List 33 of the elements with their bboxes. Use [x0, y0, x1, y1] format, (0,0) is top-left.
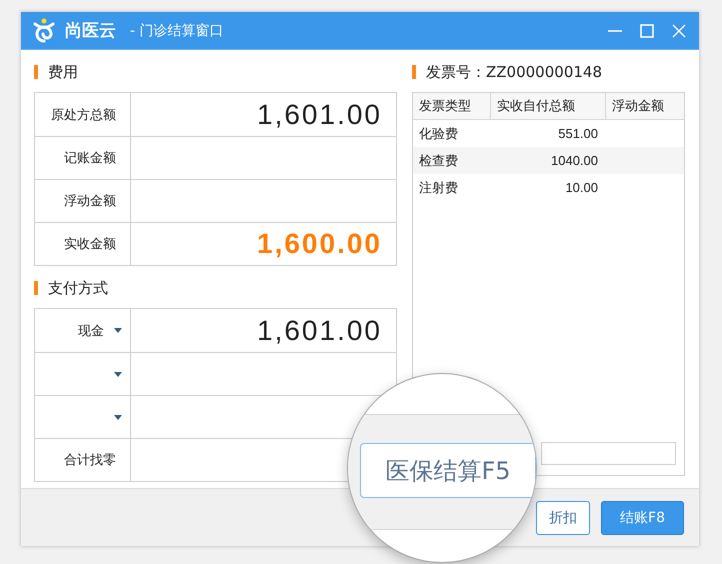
- window-title: - 门诊结算窗口: [130, 22, 225, 40]
- caret-icon[interactable]: [114, 328, 122, 333]
- section-heading: 发票号：ZZ0000000148: [426, 62, 602, 82]
- checkout-button[interactable]: 结账F8: [601, 500, 684, 534]
- input-field[interactable]: [541, 442, 676, 465]
- column-header: 发票类型: [413, 93, 491, 119]
- section-heading: 费用: [48, 62, 78, 82]
- table-cell-text: 检查费: [418, 152, 459, 170]
- section-marker: [34, 281, 38, 295]
- column-header: 浮动金额: [611, 98, 665, 116]
- section-heading: 支付方式: [48, 278, 108, 298]
- table-cell-text: 551.00: [557, 125, 599, 143]
- field-label: 记账金额: [64, 150, 116, 167]
- field-label: 浮动金额: [64, 193, 116, 210]
- section-marker: [412, 65, 416, 79]
- table-cell-text: 注射费: [418, 180, 459, 198]
- field-label: 原处方总额: [51, 106, 116, 124]
- table-cell-text: 1040.00: [550, 152, 599, 170]
- field-label: 合计找零: [64, 452, 116, 469]
- app-title: 尚医云: [65, 20, 116, 42]
- table-cell-text: 化验费: [418, 126, 459, 144]
- settlement-button[interactable]: 医保结算F5: [360, 443, 536, 498]
- field-label: 实收金额: [64, 236, 116, 253]
- amount-field[interactable]: 1,601.00: [131, 309, 396, 352]
- caret-icon[interactable]: [114, 414, 122, 420]
- discount-button[interactable]: 折扣: [536, 500, 590, 534]
- amount-field[interactable]: 1,601.00: [131, 93, 396, 136]
- payment-method-dropdown[interactable]: 现金: [35, 309, 131, 352]
- column-header: 实收自付总额: [491, 93, 606, 119]
- section-marker: [34, 65, 38, 79]
- logo-icon: [33, 18, 55, 44]
- table-cell-text: 10.00: [564, 179, 599, 197]
- caret-icon[interactable]: [114, 372, 122, 376]
